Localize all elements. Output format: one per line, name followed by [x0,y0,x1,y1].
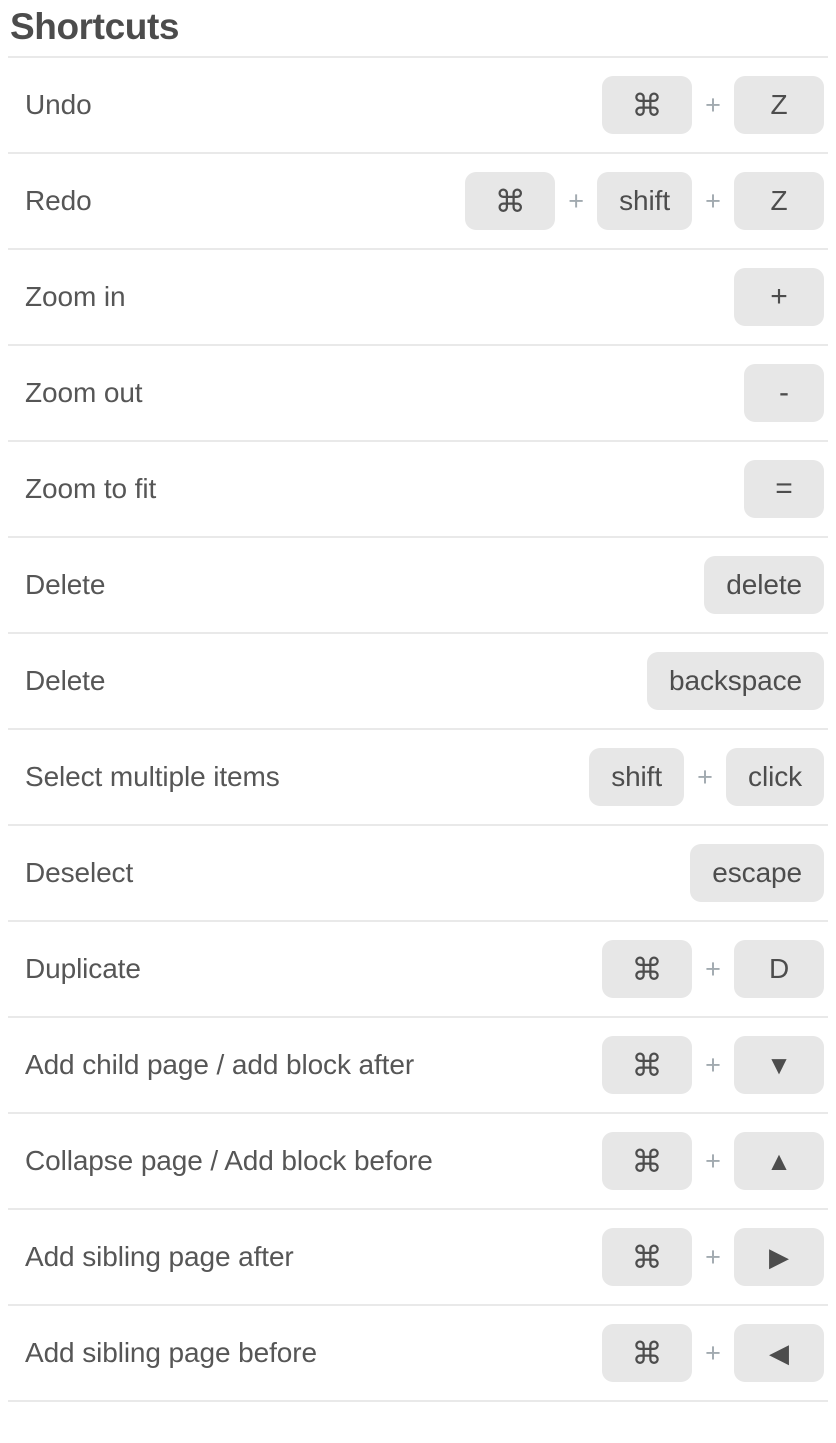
shortcut-key-combo: ⌘ + ◀ [602,1324,824,1382]
shortcut-row: Zoom to fit = [8,442,828,538]
shortcut-key-combo: escape [690,844,824,902]
keycap: delete [704,556,824,614]
keycap-arrow-icon: ▲ [734,1132,824,1190]
page-title: Shortcuts [10,6,180,47]
shortcut-row: Zoom out - [8,346,828,442]
keycap-command-icon: ⌘ [602,76,692,134]
shortcut-key-combo: ⌘ + ▶ [602,1228,824,1286]
shortcut-action-label: Zoom out [25,377,143,408]
keycap-command-icon: ⌘ [602,1324,692,1382]
shortcut-key-combo: delete [704,556,824,614]
shortcut-action-label: Deselect [25,857,134,888]
shortcut-row: Add sibling page before ⌘ + ◀ [8,1306,828,1402]
shortcut-action-label: Zoom to fit [25,473,157,504]
key-combo-plus-separator: + [705,89,721,120]
shortcut-row: Collapse page / Add block before ⌘ + ▲ [8,1114,828,1210]
shortcut-action-label: Delete [25,665,106,696]
shortcut-row: Add sibling page after ⌘ + ▶ [8,1210,828,1306]
key-combo-plus-separator: + [705,953,721,984]
keycap: Z [734,172,824,230]
keycap: click [726,748,824,806]
shortcut-key-combo: + [734,268,824,326]
keycap-arrow-icon: ◀ [734,1324,824,1382]
keycap: escape [690,844,824,902]
shortcut-row: Delete delete [8,538,828,634]
shortcut-row: Select multiple items shift + click [8,730,828,826]
shortcut-key-combo: ⌘ + shift + Z [465,172,824,230]
keycap: backspace [647,652,824,710]
shortcut-key-combo: ⌘ + ▼ [602,1036,824,1094]
key-combo-plus-separator: + [705,1049,721,1080]
shortcut-action-label: Duplicate [25,953,141,984]
keycap: shift [597,172,692,230]
key-combo-plus-separator: + [705,1145,721,1176]
keycap-arrow-icon: ▼ [734,1036,824,1094]
key-combo-plus-separator: + [705,1337,721,1368]
shortcut-action-label: Add sibling page before [25,1337,317,1368]
key-combo-plus-separator: + [568,185,585,216]
shortcut-row: Delete backspace [8,634,828,730]
shortcut-key-combo: ⌘ + D [602,940,824,998]
shortcut-key-combo: - [744,364,824,422]
shortcut-key-combo: ⌘ + Z [602,76,824,134]
shortcut-key-combo: backspace [647,652,824,710]
keycap: + [734,268,824,326]
shortcut-row: Deselect escape [8,826,828,922]
shortcut-action-label: Zoom in [25,281,126,312]
shortcut-action-label: Redo [25,185,92,216]
keycap-command-icon: ⌘ [602,1228,692,1286]
shortcut-key-combo: shift + click [589,748,824,806]
shortcuts-panel: Shortcuts Undo ⌘ + Z Redo ⌘ + shift + Z Zoom in + Zo… [0,0,836,1402]
shortcut-key-combo: ⌘ + ▲ [602,1132,824,1190]
keycap-arrow-icon: ▶ [734,1228,824,1286]
keycap: Z [734,76,824,134]
keycap-command-icon: ⌘ [465,172,556,230]
shortcut-action-label: Add sibling page after [25,1241,294,1272]
keycap: = [744,460,824,518]
key-combo-plus-separator: + [697,761,713,792]
keycap: shift [589,748,685,806]
key-combo-plus-separator: + [705,1241,721,1272]
shortcut-row: Duplicate ⌘ + D [8,922,828,1018]
shortcut-row: Undo ⌘ + Z [8,58,828,154]
shortcut-key-combo: = [744,460,824,518]
keycap-command-icon: ⌘ [602,1036,692,1094]
shortcuts-list: Undo ⌘ + Z Redo ⌘ + shift + Z Zoom in + Zoom out - Zoo… [8,56,828,1402]
shortcut-action-label: Delete [25,569,106,600]
keycap-command-icon: ⌘ [602,1132,692,1190]
shortcut-row: Redo ⌘ + shift + Z [8,154,828,250]
keycap: - [744,364,824,422]
shortcut-action-label: Collapse page / Add block before [25,1145,433,1176]
shortcut-action-label: Undo [25,89,92,120]
shortcut-action-label: Add child page / add block after [25,1049,415,1080]
shortcut-action-label: Select multiple items [25,761,280,792]
shortcut-row: Zoom in + [8,250,828,346]
keycap-command-icon: ⌘ [602,940,692,998]
shortcut-row: Add child page / add block after ⌘ + ▼ [8,1018,828,1114]
keycap: D [734,940,824,998]
key-combo-plus-separator: + [705,185,721,216]
